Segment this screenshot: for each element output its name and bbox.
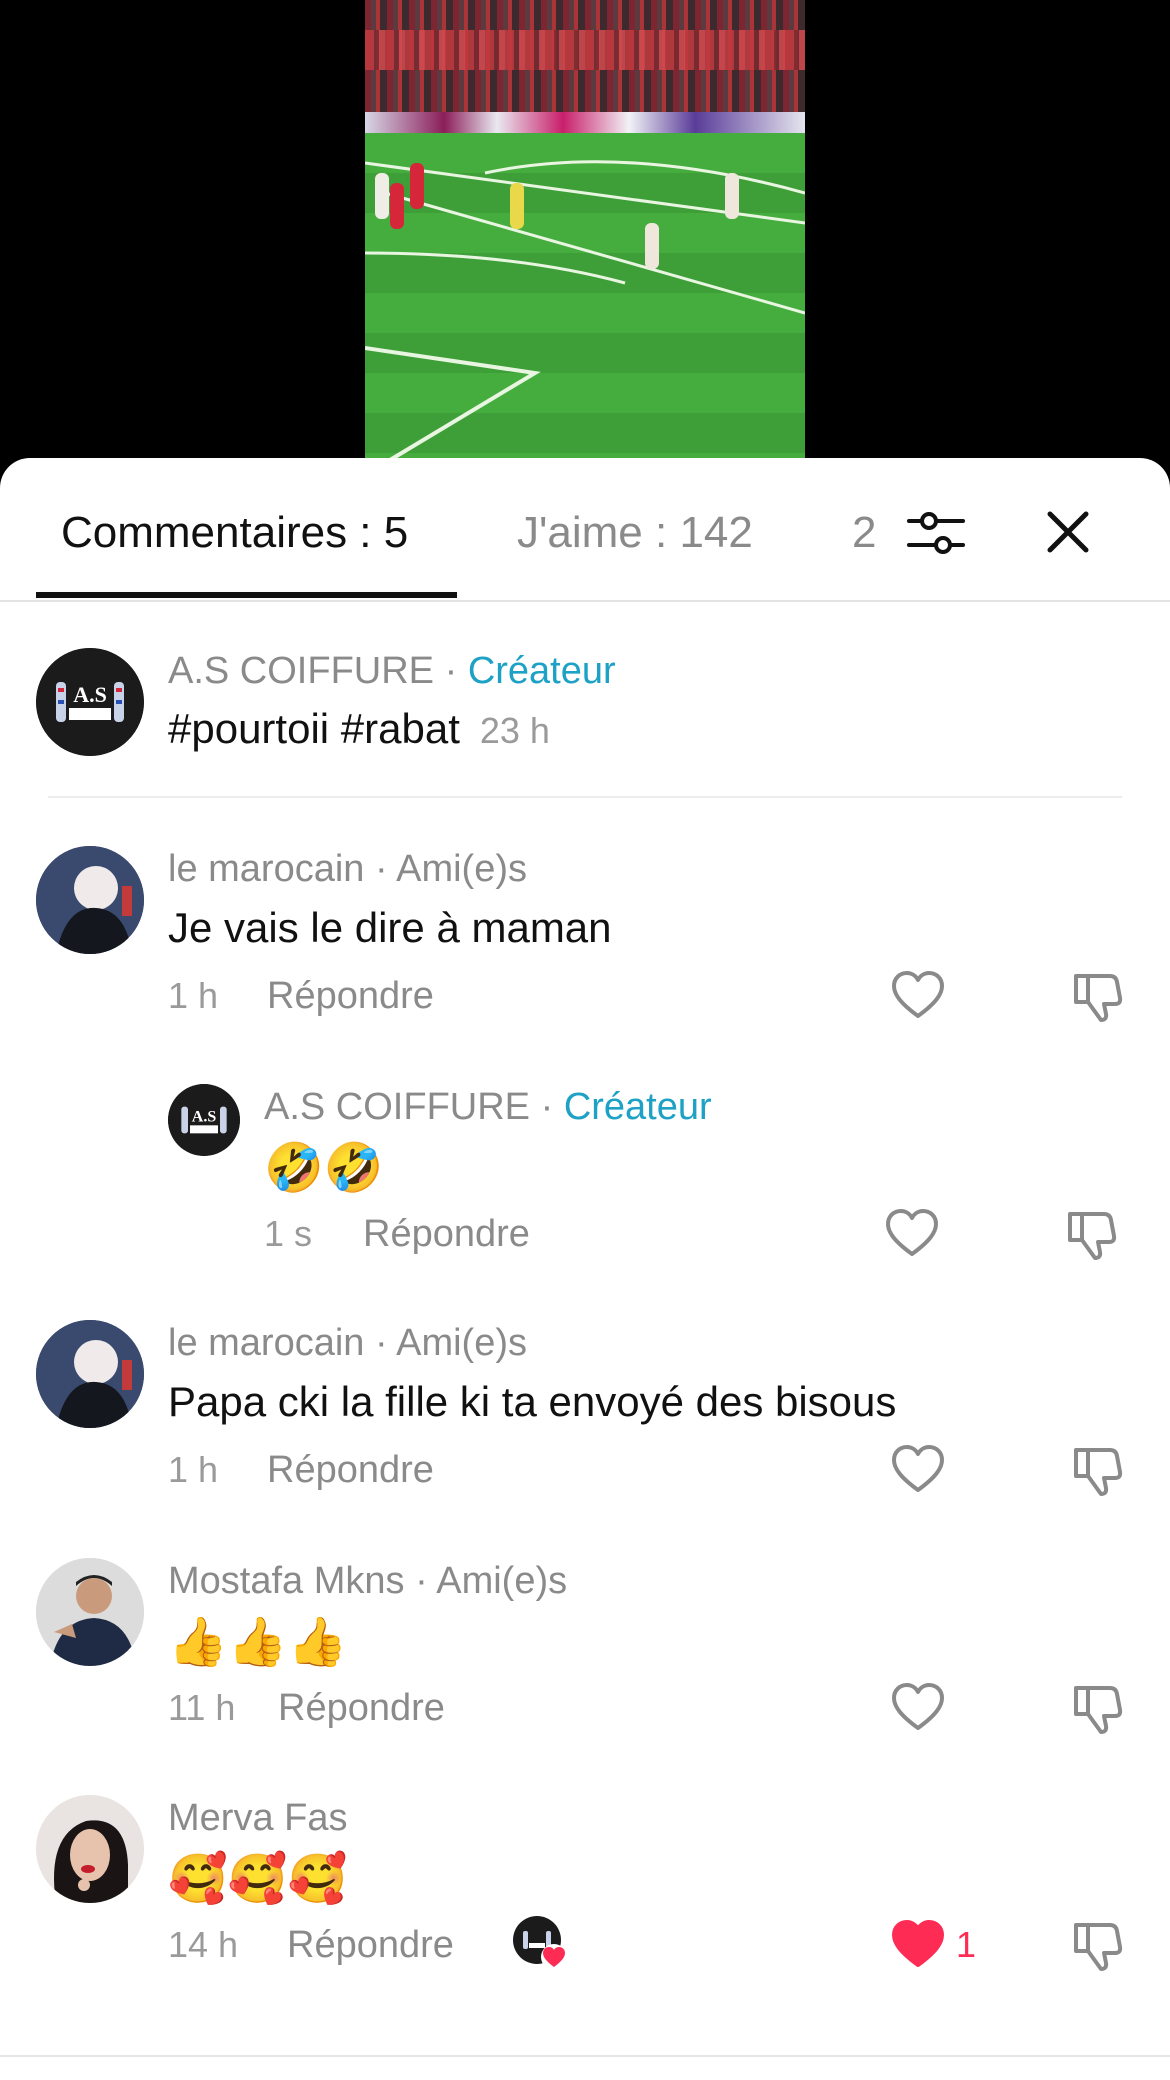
pitch-lines xyxy=(365,160,805,465)
video-thumbnail[interactable] xyxy=(365,0,805,470)
comment-time: 11 h xyxy=(168,1687,236,1728)
comment-user-line: Merva Fas xyxy=(168,1795,347,1841)
username[interactable]: le marocain xyxy=(168,848,364,890)
player-figure xyxy=(725,173,739,219)
thumbs-down-icon[interactable] xyxy=(1070,968,1126,1024)
reply-button[interactable]: Répondre xyxy=(267,973,434,1019)
avatar[interactable] xyxy=(36,846,144,954)
football-pitch xyxy=(365,133,805,470)
heart-icon[interactable] xyxy=(884,1206,940,1262)
avatar[interactable] xyxy=(36,1320,144,1428)
reply-button[interactable]: Répondre xyxy=(278,1685,445,1731)
tab-likes[interactable]: J'aime : 142 xyxy=(517,506,753,560)
heart-icon[interactable] xyxy=(890,1917,946,1973)
like-count: 1 xyxy=(956,1924,977,1965)
comment-item: Mostafa Mkns · Ami(e)s 👍👍👍 11 h Répondre xyxy=(0,1558,1170,1758)
comment-user-line: Mostafa Mkns · Ami(e)s xyxy=(168,1560,568,1602)
player-figure xyxy=(645,223,659,269)
reply-text: 🤣🤣 xyxy=(264,1140,384,1196)
username[interactable]: le marocain xyxy=(168,1322,364,1364)
relation-badge: Ami(e)s xyxy=(396,1322,527,1364)
thumbs-down-icon[interactable] xyxy=(1070,1917,1126,1973)
video-caption: A.S A.S COIFFURE · Créateur #pourtoii #r… xyxy=(0,648,1170,808)
close-icon[interactable] xyxy=(1040,504,1096,560)
stadium-crowd xyxy=(365,30,805,70)
comment-time: 1 h xyxy=(168,975,219,1016)
heart-icon[interactable] xyxy=(890,1680,946,1736)
bottom-divider xyxy=(0,2055,1170,2057)
avatar[interactable] xyxy=(36,1558,144,1666)
thumbs-down-icon[interactable] xyxy=(1070,1442,1126,1498)
sliders-icon[interactable] xyxy=(905,502,967,564)
comment-text: 👍👍👍 xyxy=(168,1614,348,1670)
comments-sheet: Commentaires : 5 J'aime : 142 2 A.S A.S … xyxy=(0,458,1170,2080)
username[interactable]: Mostafa Mkns xyxy=(168,1560,405,1602)
creator-badge: Créateur xyxy=(467,650,616,692)
video-preview-area[interactable] xyxy=(0,0,1170,470)
comment-time: 1 h xyxy=(168,1449,219,1490)
creator-liked-badge xyxy=(512,1915,570,1973)
comment-text: Je vais le dire à maman xyxy=(168,904,612,951)
comment-user-line: le marocain · Ami(e)s xyxy=(168,1322,527,1364)
reply-item: A.S A.S COIFFURE · Créateur 🤣🤣 1 s Répon… xyxy=(0,1084,1170,1284)
reply-button[interactable]: Répondre xyxy=(267,1447,434,1493)
tab-comments[interactable]: Commentaires : 5 xyxy=(61,506,408,560)
active-tab-indicator xyxy=(36,592,457,598)
avatar[interactable]: A.S xyxy=(168,1084,240,1156)
comment-text: 🥰🥰🥰 xyxy=(168,1851,348,1907)
thumbs-down-icon[interactable] xyxy=(1064,1206,1120,1262)
player-figure xyxy=(410,163,424,209)
creator-badge: Créateur xyxy=(563,1086,712,1128)
svg-text:A.S: A.S xyxy=(73,682,107,707)
username[interactable]: A.S COIFFURE xyxy=(168,650,434,692)
avatar[interactable] xyxy=(36,1795,144,1903)
player-figure xyxy=(510,183,524,229)
username[interactable]: A.S COIFFURE xyxy=(264,1086,530,1128)
reply-button[interactable]: Répondre xyxy=(287,1922,454,1968)
relation-badge: Ami(e)s xyxy=(396,848,527,890)
comment-user-line: le marocain · Ami(e)s xyxy=(168,848,527,890)
avatar[interactable]: A.S xyxy=(36,648,144,756)
comment-text: Papa cki la fille ki ta envoyé des bisou… xyxy=(168,1378,897,1425)
player-figure xyxy=(390,183,404,229)
svg-text:A.S: A.S xyxy=(192,1108,217,1125)
username[interactable]: Merva Fas xyxy=(168,1797,347,1839)
reply-button[interactable]: Répondre xyxy=(363,1211,530,1257)
reply-time: 1 s xyxy=(264,1213,313,1254)
comment-time: 14 h xyxy=(168,1924,239,1965)
tab-bar: Commentaires : 5 J'aime : 142 2 xyxy=(0,458,1170,602)
caption-time: 23 h xyxy=(479,710,550,751)
relation-badge: Ami(e)s xyxy=(436,1560,568,1602)
comment-item: Merva Fas 🥰🥰🥰 14 h Répondre 1 xyxy=(0,1795,1170,2015)
comment-item: le marocain · Ami(e)s Je vais le dire à … xyxy=(0,846,1170,1046)
reply-user-line: A.S COIFFURE · Créateur xyxy=(264,1086,712,1128)
caption-user-line: A.S COIFFURE · Créateur xyxy=(168,650,616,692)
tab-more[interactable]: 2 xyxy=(852,506,876,560)
player-figure xyxy=(375,173,389,219)
heart-icon[interactable] xyxy=(890,1442,946,1498)
advertising-boards xyxy=(365,112,805,134)
divider xyxy=(48,796,1122,798)
thumbs-down-icon[interactable] xyxy=(1070,1680,1126,1736)
caption-text: #pourtoii #rabat 23 h xyxy=(168,705,550,752)
heart-icon[interactable] xyxy=(890,968,946,1024)
comment-item: le marocain · Ami(e)s Papa cki la fille … xyxy=(0,1320,1170,1520)
